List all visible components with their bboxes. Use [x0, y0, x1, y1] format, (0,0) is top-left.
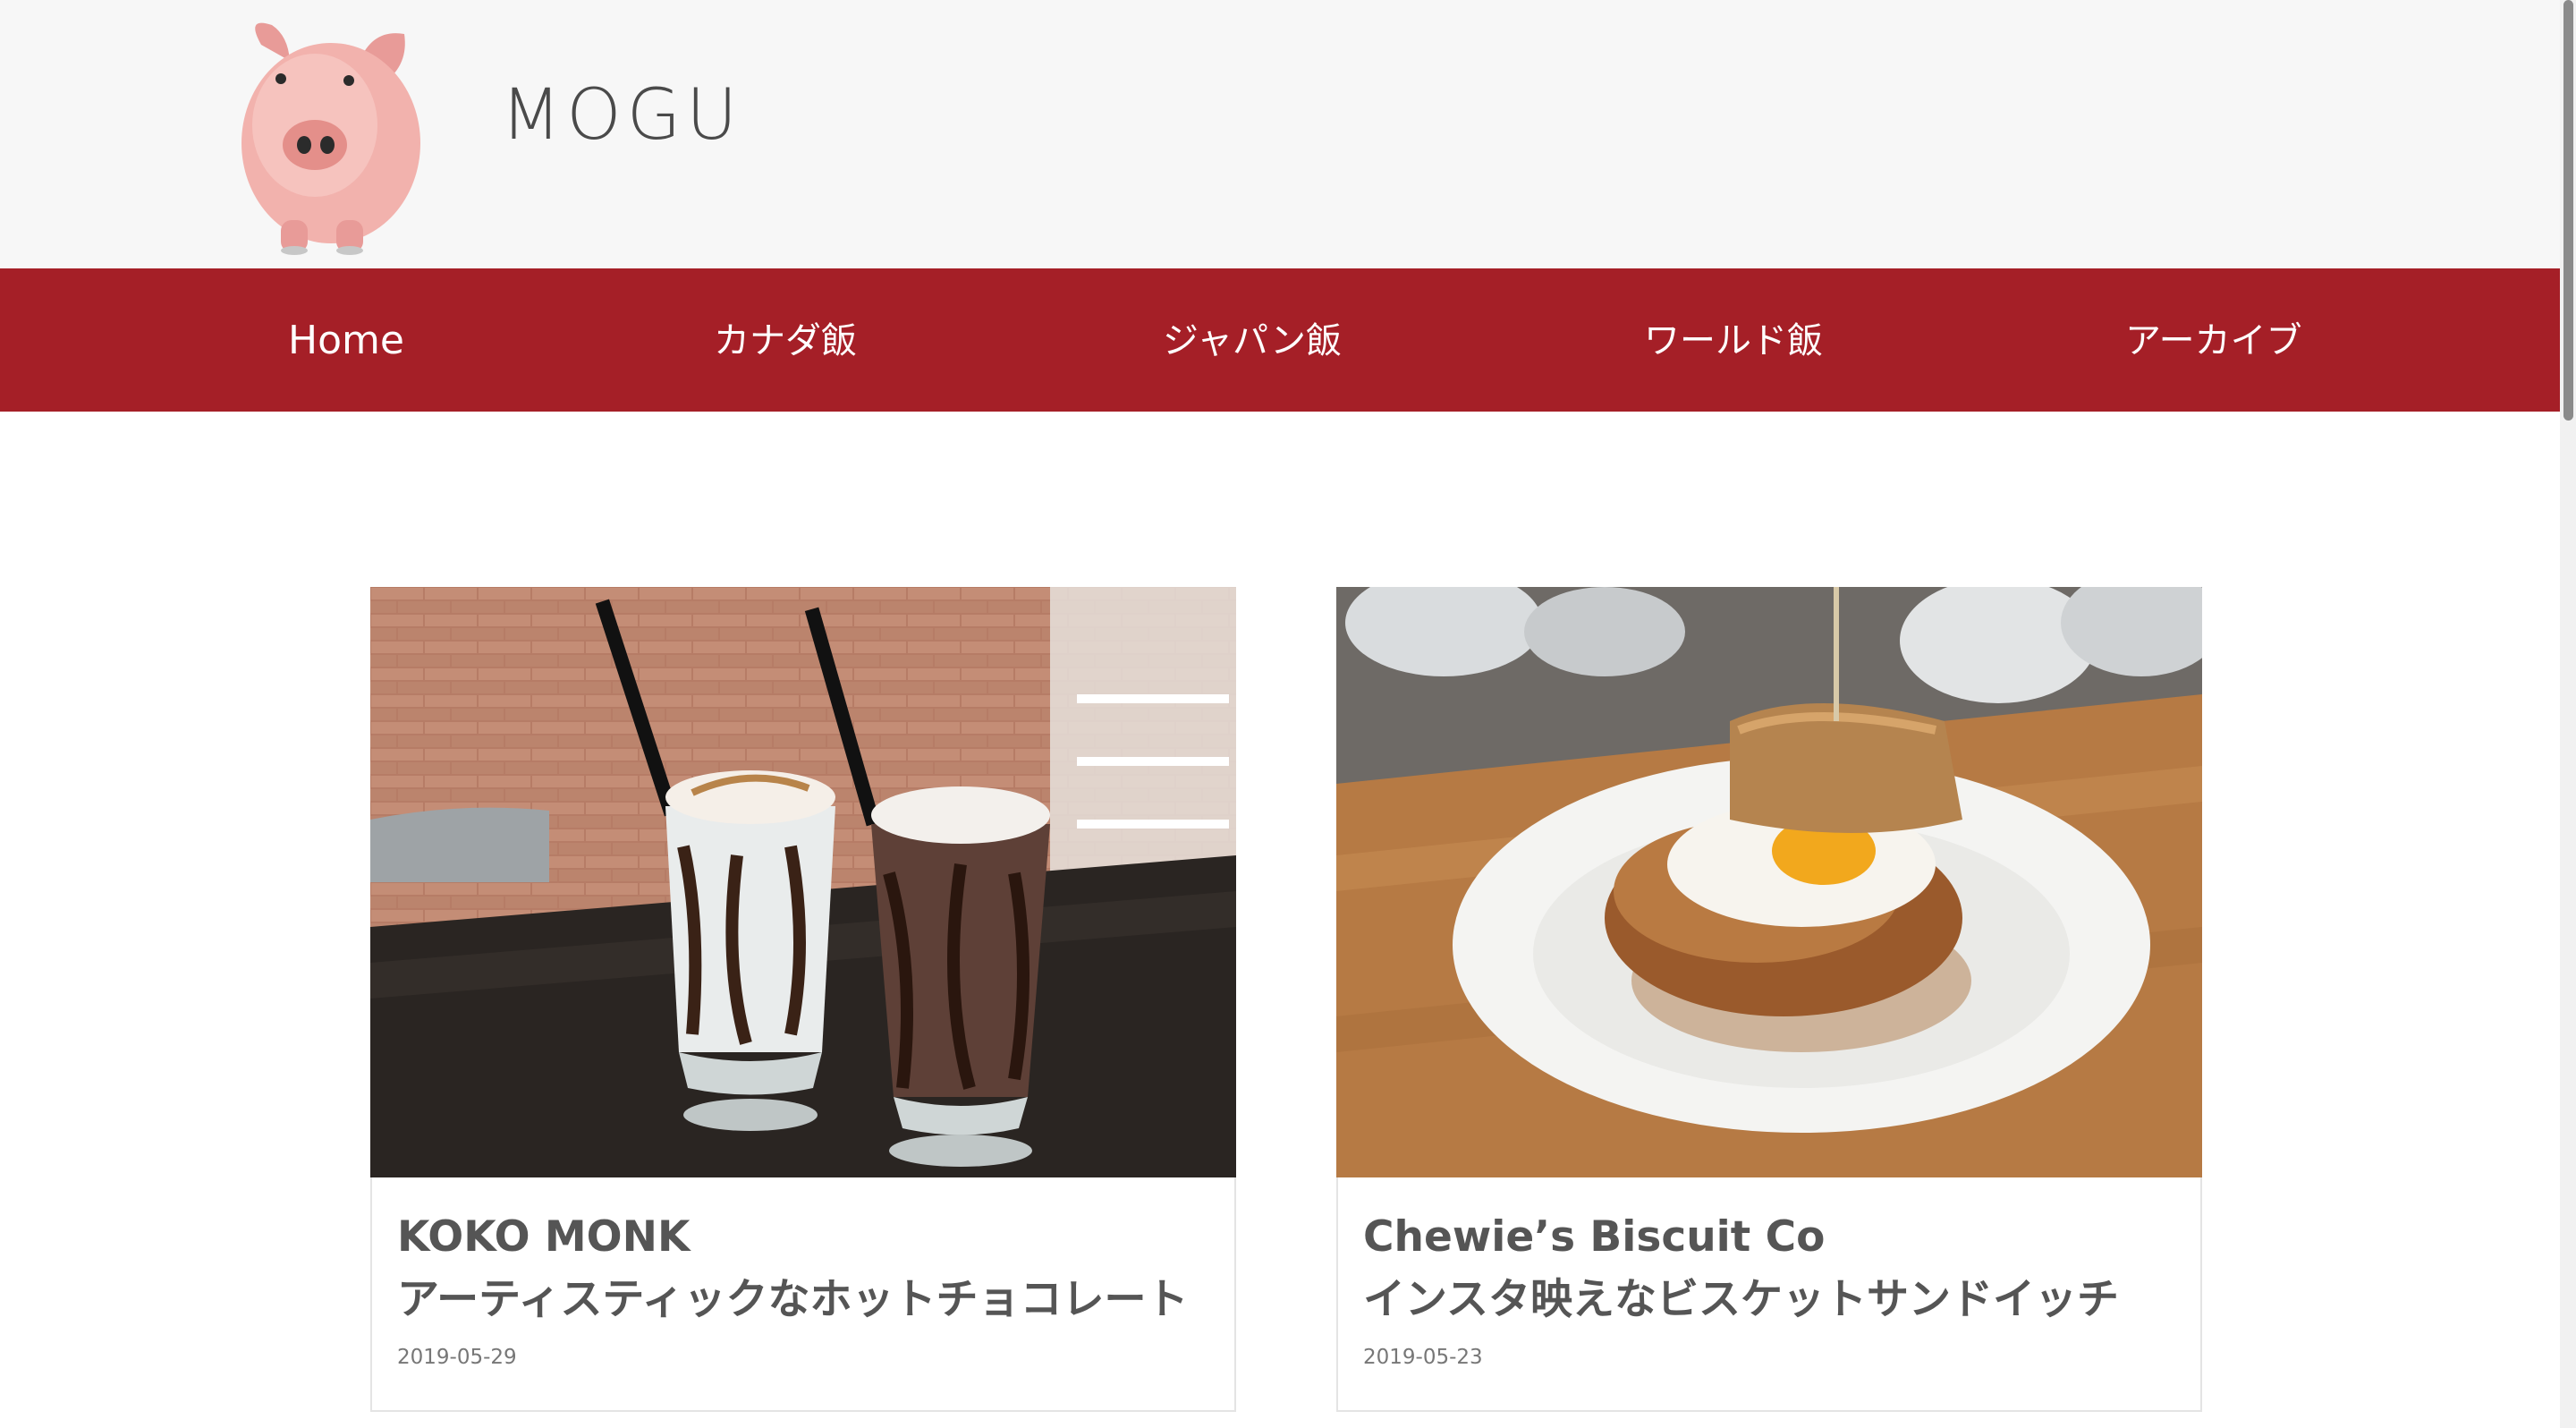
- post-title-line1[interactable]: Chewie’s Biscuit Co: [1363, 1212, 1825, 1262]
- site-header: MOGU: [0, 0, 2560, 268]
- post-title-line1[interactable]: KOKO MONK: [397, 1212, 690, 1262]
- post-title-line2[interactable]: アーティスティックなホットチョコレート: [397, 1275, 1189, 1324]
- post-card-body: KOKO MONK アーティスティックなホットチョコレート 2019-05-29: [397, 1206, 1216, 1369]
- scrollbar-thumb[interactable]: [2563, 0, 2573, 421]
- post-card[interactable]: Chewie’s Biscuit Co インスタ映えなビスケットサンドイッチ 2…: [1336, 587, 2202, 1412]
- nav-item-home[interactable]: Home: [288, 268, 404, 412]
- post-card[interactable]: KOKO MONK アーティスティックなホットチョコレート 2019-05-29: [370, 587, 1236, 1412]
- page: MOGU Home カナダ飯 ジャパン飯 ワールド飯 アーカイブ KOKO MO…: [0, 0, 2576, 1428]
- nav-item-world[interactable]: ワールド飯: [1644, 268, 1823, 412]
- hot-chocolate-photo[interactable]: [370, 587, 1236, 1177]
- nav-item-archive[interactable]: アーカイブ: [2125, 268, 2302, 412]
- site-title[interactable]: MOGU: [501, 75, 742, 156]
- nav-item-canada[interactable]: カナダ飯: [714, 268, 857, 412]
- biscuit-sandwich-photo[interactable]: [1336, 587, 2202, 1177]
- nav-item-japan[interactable]: ジャパン飯: [1163, 268, 1342, 412]
- scrollbar[interactable]: [2560, 0, 2576, 1428]
- main-nav: Home カナダ飯 ジャパン飯 ワールド飯 アーカイブ: [0, 268, 2560, 412]
- post-date: 2019-05-29: [397, 1346, 517, 1369]
- post-date: 2019-05-23: [1363, 1346, 1483, 1369]
- post-title[interactable]: Chewie’s Biscuit Co インスタ映えなビスケットサンドイッチ: [1363, 1206, 2182, 1331]
- post-title[interactable]: KOKO MONK アーティスティックなホットチョコレート: [397, 1206, 1216, 1331]
- post-title-line2[interactable]: インスタ映えなビスケットサンドイッチ: [1363, 1275, 2119, 1324]
- piggy-bank-icon[interactable]: [225, 9, 440, 259]
- post-card-body: Chewie’s Biscuit Co インスタ映えなビスケットサンドイッチ 2…: [1363, 1206, 2182, 1369]
